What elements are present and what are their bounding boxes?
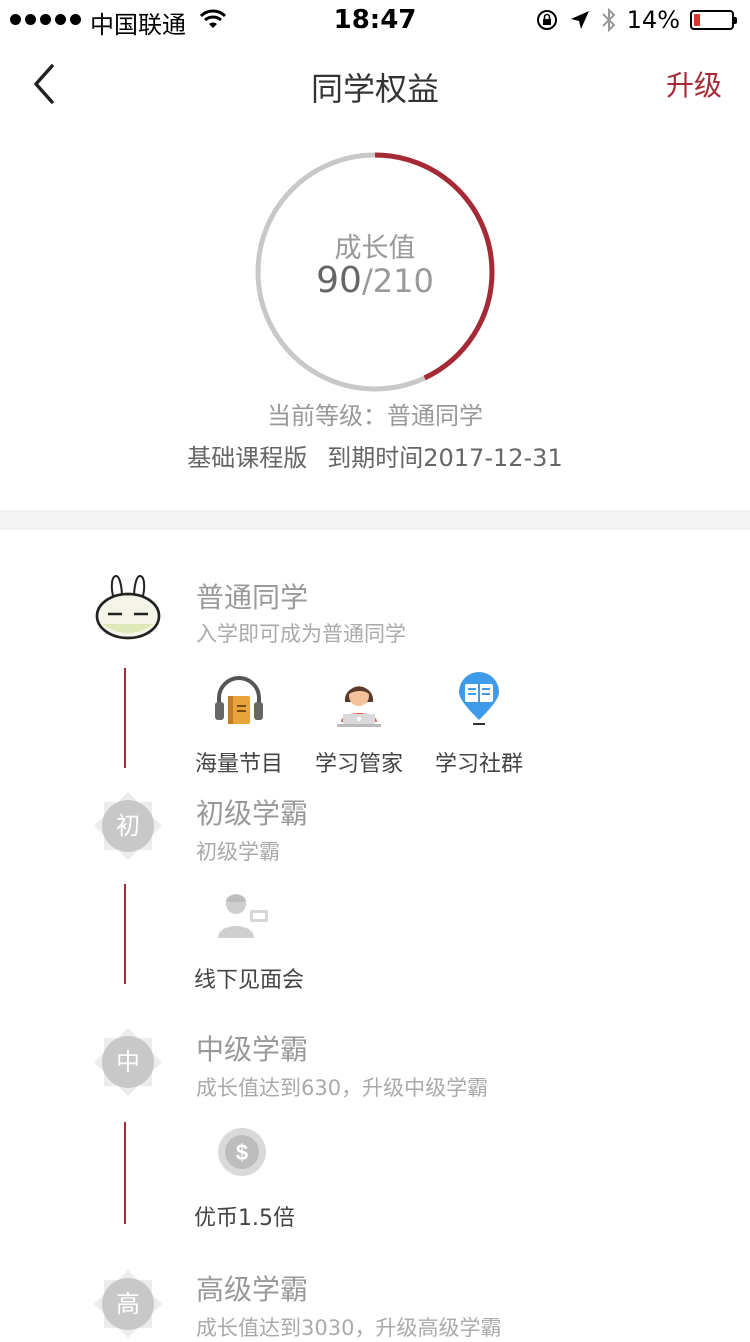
tier-name: 普通同学 [196,581,309,614]
tier-badge: 中 [94,1028,162,1096]
battery-percent: 14% [626,6,680,34]
status-bar: 中国联通 18:47 14% [0,0,750,40]
tier-name: 中级学霸 [196,1033,309,1066]
coin-icon: $ [218,1128,266,1176]
tier-desc: 成长值达到3030，升级高级学霸 [196,1316,502,1340]
growth-total: /210 [361,262,434,300]
tier-connector-line [124,1122,126,1224]
tier-desc: 入学即可成为普通同学 [196,622,406,646]
battery-icon [690,10,737,30]
upgrade-button[interactable]: 升级 [666,64,722,104]
page-title: 同学权益 [310,70,439,108]
perk-label: 海量节目 [194,752,283,777]
assistant-icon [337,686,381,727]
navigation-bar: 同学权益 升级 [0,40,750,128]
community-book-icon [459,672,499,725]
perk-label: 学习社群 [434,752,523,777]
plan-expiry: 到期时间2017-12-31 [327,444,563,472]
tier-connector-line [124,668,126,768]
perk-label: 优币1.5倍 [194,1206,295,1231]
tier-name: 初级学霸 [196,797,309,830]
perk-label: 线下见面会 [194,968,305,993]
bluetooth-icon [601,7,616,33]
meetup-icon [218,894,268,938]
tier-connector-line [124,884,126,984]
bunny-icon [94,572,162,640]
tier-name: 高级学霸 [196,1273,309,1306]
current-level: 当前等级：普通同学 [267,402,483,430]
plan-edition: 基础课程版 [187,444,308,472]
tier-desc: 初级学霸 [196,840,280,864]
plan-info: 基础课程版 到期时间2017-12-31 [0,438,750,473]
tier-badge-char: 初 [102,800,154,852]
perk-item[interactable]: 海量节目 [184,672,294,778]
tier-badge: 初 [94,792,162,860]
perk-item[interactable]: 线下见面会 [194,888,304,994]
rotation-lock-icon [536,10,557,30]
perk-label: 学习管家 [314,752,403,777]
section-divider [0,510,750,530]
tier-badge: 高 [94,1270,162,1338]
growth-current: 90 [316,260,362,301]
perk-item[interactable]: 学习管家 [304,672,414,778]
headphones-book-icon [215,676,263,724]
perk-item[interactable]: 学习社群 [424,672,534,778]
svg-text:$: $ [236,1140,248,1165]
perk-item[interactable]: $ 优币1.5倍 [194,1126,295,1232]
growth-value: 90/210 [255,260,495,301]
tier-desc: 成长值达到630，升级中级学霸 [196,1076,489,1100]
tier-badge-char: 中 [102,1036,154,1088]
location-icon [570,11,589,29]
tier-badge-char: 高 [102,1278,154,1330]
